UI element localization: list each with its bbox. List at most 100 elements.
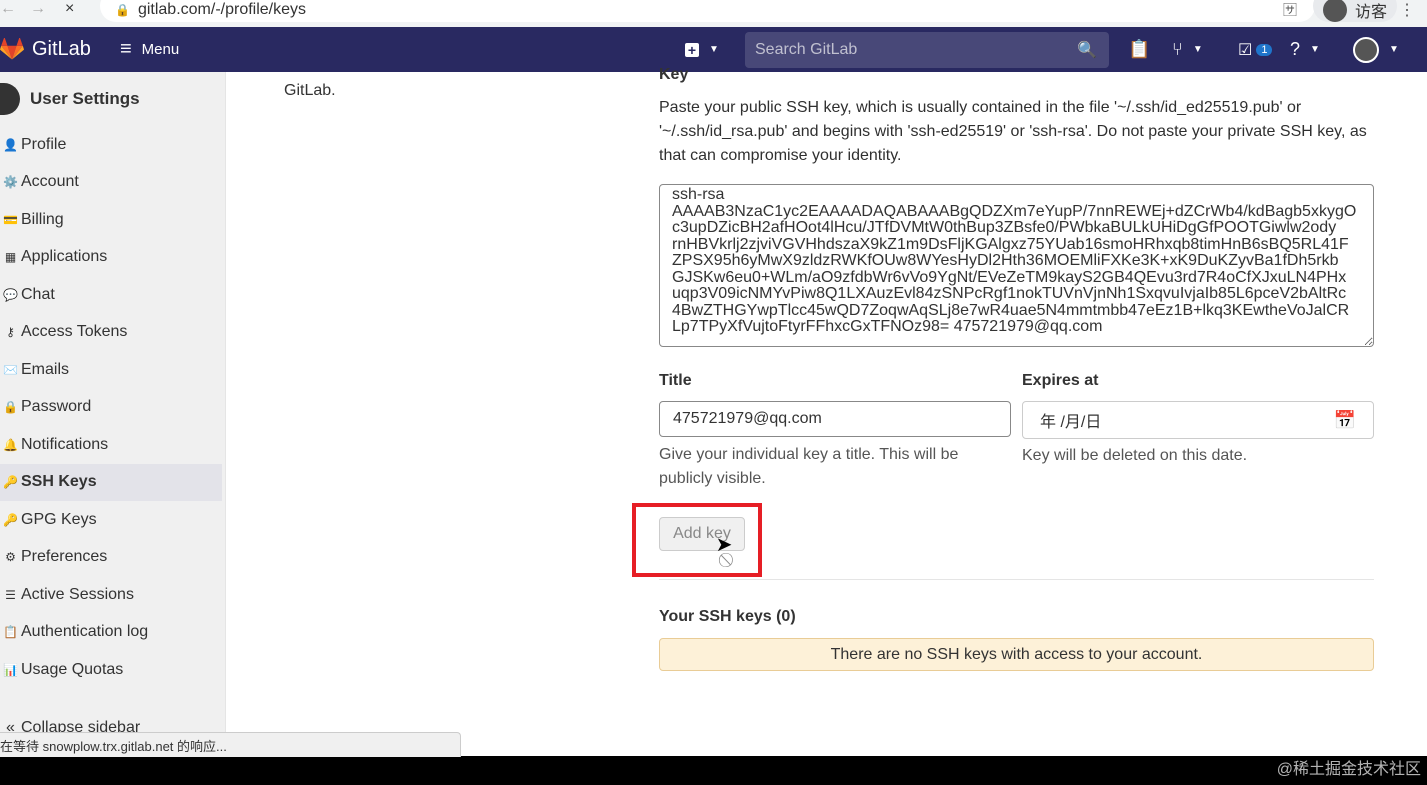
sidebar-item-notifications[interactable]: 🔔 Notifications bbox=[0, 426, 225, 464]
chat-icon: 💬 bbox=[3, 287, 18, 302]
sidebar-item-label: Applications bbox=[21, 248, 108, 266]
chevron-down-icon: ▼ bbox=[709, 44, 719, 55]
sidebar-item-authentication-log[interactable]: 📋 Authentication log bbox=[0, 614, 225, 652]
todos-icon[interactable]: ☑ 1 bbox=[1238, 40, 1273, 60]
usage-quotas-icon: 📊 bbox=[3, 662, 18, 677]
sidebar-item-label: Profile bbox=[21, 135, 67, 153]
nav-back-icon[interactable]: ← bbox=[0, 0, 16, 18]
sidebar-item-chat[interactable]: 💬 Chat bbox=[0, 276, 225, 314]
applications-icon: ▦ bbox=[4, 250, 17, 265]
access-tokens-icon: ⚷ bbox=[6, 325, 15, 340]
expires-label: Expires at bbox=[1022, 372, 1099, 389]
sidebar-item-label: Password bbox=[21, 398, 92, 416]
add-key-button[interactable]: Add key bbox=[659, 517, 745, 551]
user-avatar-icon bbox=[1322, 0, 1347, 22]
key-label: Key bbox=[659, 66, 689, 83]
key-desc: Paste your public SSH key, which is usua… bbox=[659, 99, 1367, 164]
sidebar-item-profile[interactable]: 👤 Profile bbox=[0, 126, 225, 164]
brand-logo[interactable]: GitLab bbox=[0, 37, 91, 62]
sidebar-item-preferences[interactable]: ⚙ Preferences bbox=[0, 539, 225, 577]
title-input[interactable] bbox=[659, 401, 1011, 437]
form-container: Key Paste your public SSH key, which is … bbox=[659, 66, 1374, 491]
sidebar-item-usage-quotas[interactable]: 📊 Usage Quotas bbox=[0, 651, 225, 689]
chevron-down-icon: ▼ bbox=[1389, 44, 1399, 55]
nav-reload-icon[interactable]: × bbox=[65, 0, 74, 18]
expires-col: Expires at 年 /月/日 📅 Key will be deleted … bbox=[1022, 372, 1374, 491]
key-textarea[interactable] bbox=[659, 184, 1374, 347]
ssh-keys-icon: 🔑 bbox=[3, 475, 18, 490]
lock-icon: 🔒 bbox=[115, 3, 130, 17]
active-sessions-icon: ☰ bbox=[5, 587, 16, 602]
title-expires-row: Title Give your individual key a title. … bbox=[659, 372, 1374, 491]
watermark-container: @稀土掘金技术社区 bbox=[1277, 755, 1421, 779]
title-label: Title bbox=[659, 372, 692, 389]
todos-badge: 1 bbox=[1256, 43, 1273, 56]
main-content: GitLab. Key Paste your public SSH key, w… bbox=[226, 66, 1427, 778]
password-icon: 🔒 bbox=[3, 400, 18, 415]
sidebar-item-label: Account bbox=[21, 173, 79, 191]
preferences-icon: ⚙ bbox=[5, 550, 16, 565]
translate-icon[interactable]: 🈂 bbox=[1283, 0, 1297, 20]
brand-name: GitLab bbox=[32, 38, 91, 60]
watermark-text: @稀土掘金技术社区 bbox=[1276, 761, 1421, 778]
sidebar-item-access-tokens[interactable]: ⚷ Access Tokens bbox=[0, 314, 225, 352]
billing-icon: 💳 bbox=[3, 212, 18, 227]
profile-icon: 👤 bbox=[3, 137, 18, 152]
sidebar-avatar-icon bbox=[0, 83, 20, 115]
browser-top-bar: ← → × 🔒 gitlab.com/-/profile/keys 🈂 访客 ⋮ bbox=[0, 0, 1427, 27]
sidebar-item-ssh-keys[interactable]: 🔑 SSH Keys bbox=[0, 463, 222, 501]
status-bar: 在等待 snowplow.trx.gitlab.net 的响应... bbox=[0, 732, 461, 757]
calendar-icon: 📅 bbox=[1333, 409, 1356, 430]
expires-desc: Key will be deleted on this date. bbox=[1022, 447, 1248, 464]
sidebar-item-label: Emails bbox=[21, 360, 70, 378]
sidebar-item-password[interactable]: 🔒 Password bbox=[0, 389, 225, 427]
plus-icon: + bbox=[685, 42, 699, 58]
sidebar-item-active-sessions[interactable]: ☰ Active Sessions bbox=[0, 576, 225, 614]
divider bbox=[659, 579, 1374, 580]
help-icon[interactable]: ? ▼ bbox=[1290, 39, 1320, 60]
merge-requests-icon[interactable]: ⑂ ▼ bbox=[1172, 39, 1203, 60]
emails-icon: ✉️ bbox=[3, 362, 18, 377]
user-profile-btn[interactable]: 访客 bbox=[1312, 0, 1397, 22]
sidebar-item-label: Billing bbox=[21, 210, 64, 228]
left-desc-text: GitLab. bbox=[284, 82, 336, 99]
hamburger-icon: ≡ bbox=[120, 38, 132, 60]
url-bar[interactable]: 🔒 gitlab.com/-/profile/keys bbox=[100, 0, 1315, 22]
sidebar-item-label: Notifications bbox=[21, 435, 109, 453]
user-menu[interactable]: ▼ bbox=[1353, 36, 1399, 63]
sidebar-item-label: Preferences bbox=[21, 548, 108, 566]
bottom-black-bar bbox=[0, 756, 1427, 785]
sidebar-item-label: SSH Keys bbox=[21, 473, 97, 491]
menu-label: Menu bbox=[141, 41, 180, 58]
nav-forward-icon[interactable]: → bbox=[30, 0, 46, 18]
menu-button[interactable]: ≡ Menu bbox=[120, 38, 179, 61]
auth-log-icon: 📋 bbox=[3, 625, 18, 640]
expires-value: 年 /月/日 bbox=[1040, 414, 1102, 431]
sidebar-item-billing[interactable]: 💳 Billing bbox=[0, 201, 225, 239]
sidebar-header: User Settings bbox=[0, 74, 140, 124]
new-dropdown[interactable]: + ▼ bbox=[685, 42, 719, 58]
sidebar-item-applications[interactable]: ▦ Applications bbox=[0, 239, 225, 277]
search-box[interactable]: Search GitLab 🔍 bbox=[745, 31, 1109, 68]
sidebar-item-label: Chat bbox=[21, 285, 55, 303]
sidebar-item-label: GPG Keys bbox=[21, 510, 97, 528]
status-text: 在等待 snowplow.trx.gitlab.net 的响应... bbox=[0, 738, 227, 754]
no-keys-alert: There are no SSH keys with access to you… bbox=[659, 638, 1374, 671]
title-col: Title Give your individual key a title. … bbox=[659, 372, 1011, 491]
sidebar-item-label: Access Tokens bbox=[21, 323, 128, 341]
sidebar-item-label: Usage Quotas bbox=[21, 660, 124, 678]
your-keys-title: Your SSH keys (0) bbox=[659, 608, 796, 625]
sidebar-item-gpg-keys[interactable]: 🔑 GPG Keys bbox=[0, 501, 225, 539]
search-icon: 🔍 bbox=[1077, 41, 1097, 59]
sidebar-item-label: Active Sessions bbox=[21, 585, 134, 603]
sidebar-item-label: Authentication log bbox=[21, 623, 149, 641]
issues-icon[interactable]: 📋 bbox=[1128, 39, 1150, 60]
gpg-keys-icon: 🔑 bbox=[3, 512, 18, 527]
expires-input[interactable]: 年 /月/日 📅 bbox=[1022, 401, 1374, 439]
sidebar-item-account[interactable]: ⚙️ Account bbox=[0, 164, 225, 202]
user-name: 访客 bbox=[1354, 4, 1387, 21]
sidebar-item-emails[interactable]: ✉️ Emails bbox=[0, 351, 225, 389]
browser-menu-icon[interactable]: ⋮ bbox=[1399, 0, 1415, 20]
gitlab-logo-icon bbox=[0, 37, 24, 59]
title-desc: Give your individual key a title. This w… bbox=[659, 446, 959, 487]
